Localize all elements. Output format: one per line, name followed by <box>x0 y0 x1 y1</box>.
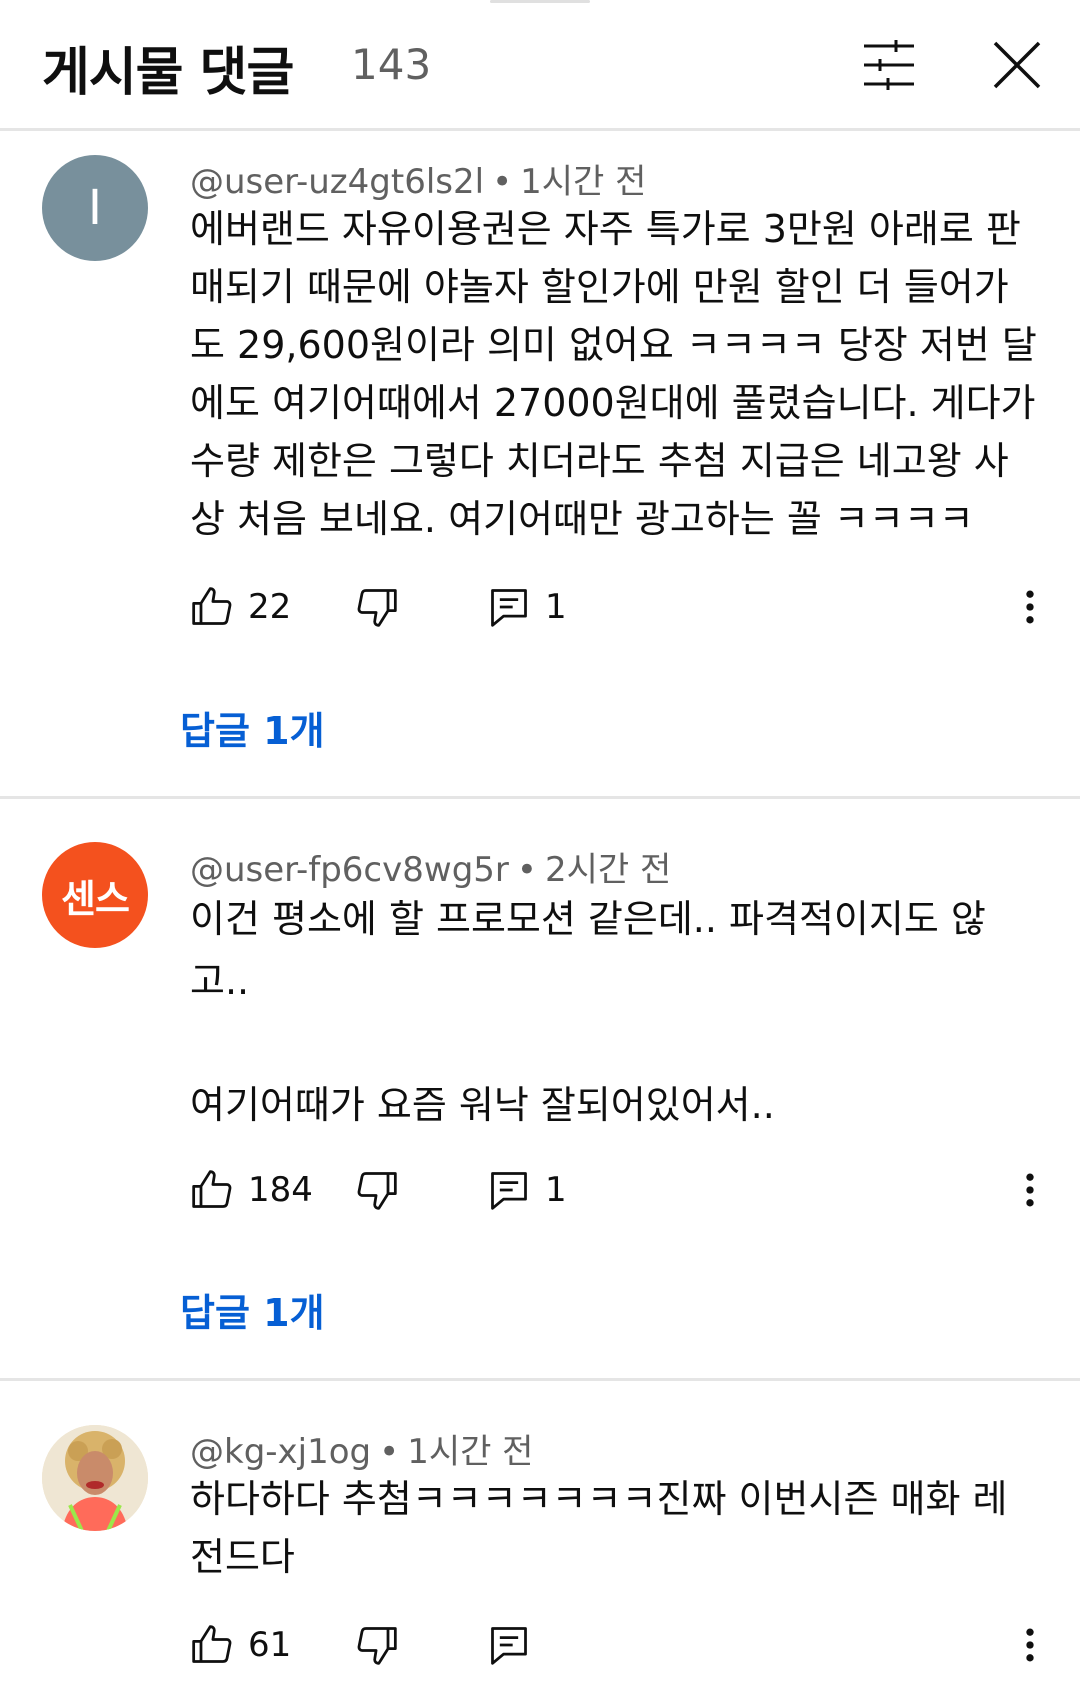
comments-header: 게시물 댓글 143 <box>0 0 1080 130</box>
like-button[interactable]: 61 <box>190 1615 291 1675</box>
reply-count: 1 <box>545 587 567 627</box>
page-title: 게시물 댓글 <box>42 43 294 103</box>
comment-actions: 22 1 <box>190 577 1050 637</box>
more-vert-icon <box>1026 590 1034 624</box>
divider <box>0 1378 1080 1381</box>
thumb-down-icon <box>357 1172 397 1210</box>
view-replies-link[interactable]: 답글 1개 <box>180 700 325 755</box>
username[interactable]: @user-fp6cv8wg5r <box>190 850 509 890</box>
avatar[interactable]: 센스 <box>42 842 148 948</box>
comment-icon <box>491 589 527 627</box>
comment-count: 143 <box>351 40 432 89</box>
thumb-up-icon <box>192 1625 232 1663</box>
thumb-down-icon <box>357 1627 397 1665</box>
like-button[interactable]: 184 <box>190 1160 313 1220</box>
avatar-letter: I <box>87 180 103 236</box>
close-icon[interactable] <box>990 38 1044 92</box>
dislike-button[interactable] <box>355 1615 399 1675</box>
comment-icon <box>491 1172 527 1210</box>
avatar-text: 센스 <box>61 876 130 921</box>
reply-button[interactable]: 1 <box>487 577 567 637</box>
divider <box>0 796 1080 799</box>
view-replies-link[interactable]: 답글 1개 <box>180 1282 325 1337</box>
dislike-button[interactable] <box>355 577 399 637</box>
more-options-button[interactable] <box>1008 1615 1052 1675</box>
reply-button[interactable]: 1 <box>487 1160 567 1220</box>
like-button[interactable]: 22 <box>190 577 291 637</box>
dislike-button[interactable] <box>355 1160 399 1220</box>
more-options-button[interactable] <box>1008 1160 1052 1220</box>
timestamp: 1시간 전 <box>520 162 647 202</box>
more-vert-icon <box>1026 1628 1034 1662</box>
avatar[interactable]: I <box>42 155 148 261</box>
like-count: 22 <box>248 587 292 627</box>
timestamp: 2시간 전 <box>544 850 672 890</box>
thumb-down-icon <box>357 589 397 627</box>
comment-actions: 184 1 <box>190 1160 1050 1220</box>
tune-icon[interactable] <box>862 38 916 92</box>
comment-text: 에버랜드 자유이용권은 자주 특가로 3만원 아래로 판매되기 때문에 야놀자 … <box>190 207 1048 541</box>
more-options-button[interactable] <box>1008 577 1052 637</box>
comment-icon <box>491 1627 527 1665</box>
comment-meta: @user-uz4gt6ls2l • 1시간 전 <box>190 162 647 202</box>
user-photo <box>42 1425 148 1531</box>
thumb-up-icon <box>192 1170 232 1208</box>
divider <box>0 128 1080 131</box>
username[interactable]: @user-uz4gt6ls2l <box>190 162 484 202</box>
comment-actions: 61 <box>190 1615 1050 1675</box>
like-count: 184 <box>248 1170 313 1210</box>
reply-count: 1 <box>545 1170 567 1210</box>
comment-meta: @kg-xj1og • 1시간 전 <box>190 1432 534 1472</box>
more-vert-icon <box>1026 1173 1034 1207</box>
comment-text: 이건 평소에 할 프로모션 같은데.. 파격적이지도 않고.. 여기어때가 요즘… <box>190 897 986 1127</box>
like-count: 61 <box>248 1625 292 1665</box>
reply-button[interactable] <box>487 1615 531 1675</box>
comment-text: 하다하다 추첨ㅋㅋㅋㅋㅋㅋㅋ진짜 이번시즌 매화 레전드다 <box>190 1477 1008 1579</box>
comment-meta: @user-fp6cv8wg5r • 2시간 전 <box>190 850 672 890</box>
avatar[interactable] <box>42 1425 148 1531</box>
thumb-up-icon <box>192 587 232 625</box>
timestamp: 1시간 전 <box>407 1432 534 1472</box>
username[interactable]: @kg-xj1og <box>190 1432 371 1472</box>
